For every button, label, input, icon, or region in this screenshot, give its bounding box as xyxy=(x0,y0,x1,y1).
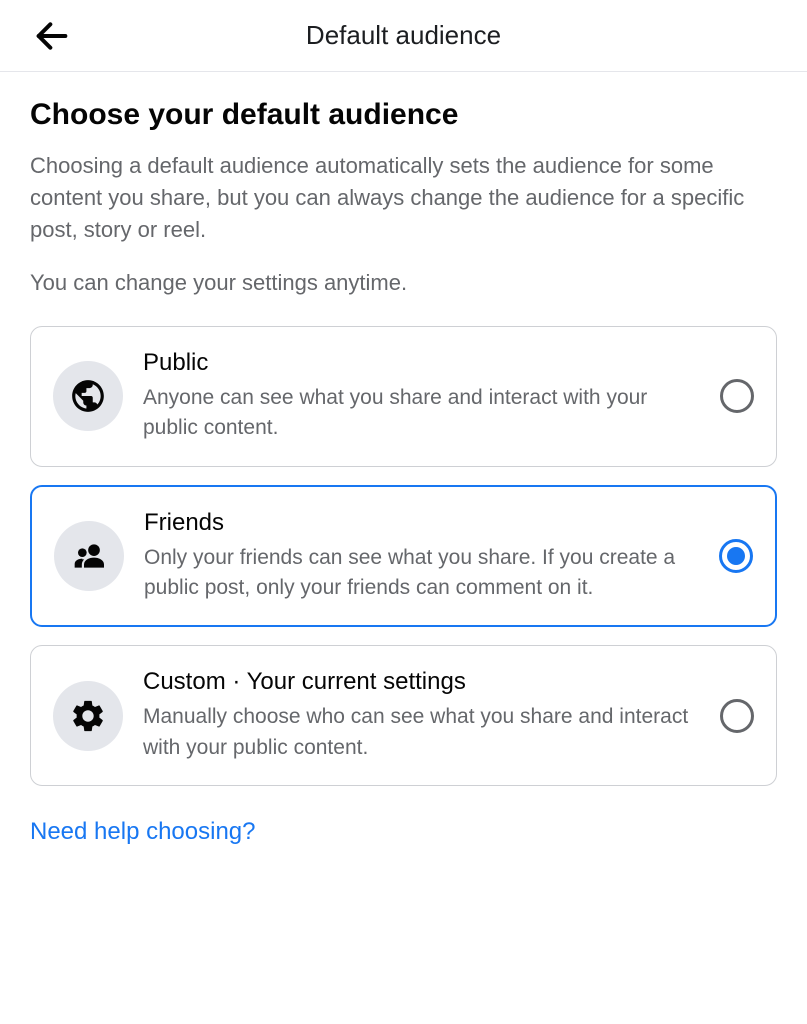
back-button[interactable] xyxy=(28,12,76,60)
screen-title: Default audience xyxy=(0,20,807,51)
option-friends[interactable]: Friends Only your friends can see what y… xyxy=(30,485,777,628)
radio-friends[interactable] xyxy=(719,539,753,573)
option-public-subtitle: Anyone can see what you share and intera… xyxy=(143,383,700,444)
option-friends-subtitle: Only your friends can see what you share… xyxy=(144,543,699,604)
radio-public[interactable] xyxy=(720,379,754,413)
option-friends-body: Friends Only your friends can see what y… xyxy=(144,509,699,604)
page-description: Choosing a default audience automaticall… xyxy=(30,150,777,246)
option-custom[interactable]: Custom · Your current settings Manually … xyxy=(30,645,777,786)
option-custom-subtitle: Manually choose who can see what you sha… xyxy=(143,702,700,763)
arrow-left-icon xyxy=(32,16,72,56)
page-heading: Choose your default audience xyxy=(30,98,777,132)
option-public-title: Public xyxy=(143,349,700,377)
content: Choose your default audience Choosing a … xyxy=(0,72,807,846)
option-friends-title: Friends xyxy=(144,509,699,537)
option-public-body: Public Anyone can see what you share and… xyxy=(143,349,700,444)
globe-icon xyxy=(53,361,123,431)
radio-custom[interactable] xyxy=(720,699,754,733)
top-bar: Default audience xyxy=(0,0,807,72)
option-custom-body: Custom · Your current settings Manually … xyxy=(143,668,700,763)
help-link[interactable]: Need help choosing? xyxy=(30,818,256,846)
page-sub-description: You can change your settings anytime. xyxy=(30,270,777,296)
option-custom-title: Custom · Your current settings xyxy=(143,668,700,696)
gear-icon xyxy=(53,681,123,751)
option-public[interactable]: Public Anyone can see what you share and… xyxy=(30,326,777,467)
friends-icon xyxy=(54,521,124,591)
